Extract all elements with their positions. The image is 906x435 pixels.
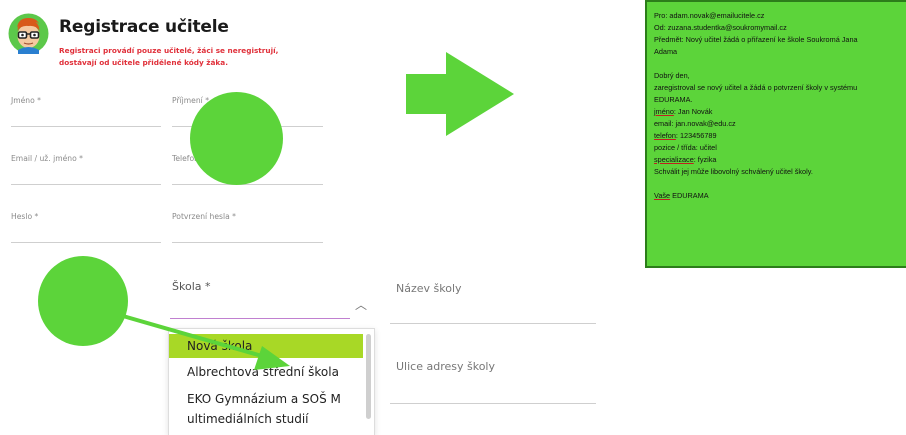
- signoff-value: EDURAMA: [670, 191, 709, 200]
- email-to: Pro: adam.novak@emailucitele.cz: [654, 11, 765, 20]
- spec-key: specializace: [654, 155, 694, 164]
- phone-value: : 123456789: [675, 131, 717, 140]
- email-phone-line: telefon: 123456789: [654, 130, 906, 142]
- email-greeting: Dobrý den,: [654, 71, 690, 80]
- email-name-line: jméno: Jan Novák: [654, 106, 906, 118]
- email-approve-line: Schválit jej může libovolný schválený uč…: [654, 167, 813, 176]
- email-notification-panel: Pro: adam.novak@emailucitele.cz Od: zuza…: [645, 0, 906, 268]
- spec-value: : fyzika: [693, 155, 717, 164]
- email-signoff: Vaše EDURAMA: [654, 190, 906, 202]
- signoff-key: Vaše: [654, 191, 671, 200]
- right-arrow-icon: [406, 52, 514, 136]
- email-email-line: email: jan.novak@edu.cz: [654, 119, 736, 128]
- email-body-cont: EDURAMA.: [654, 95, 693, 104]
- email-subject-cont: Adama: [654, 47, 678, 56]
- email-from: Od: zuzana.studentka@soukromymail.cz: [654, 23, 787, 32]
- email-position-line: pozice / třída: učitel: [654, 143, 717, 152]
- email-body: zaregistroval se nový učitel a žádá o po…: [654, 83, 858, 92]
- phone-key: telefon: [654, 131, 676, 140]
- name-key: jméno: [654, 107, 674, 116]
- name-value: : Jan Novák: [673, 107, 713, 116]
- email-subject: Předmět: Nový učitel žádá o přiřazení ke…: [654, 35, 858, 44]
- email-spec-line: specializace: fyzika: [654, 154, 906, 166]
